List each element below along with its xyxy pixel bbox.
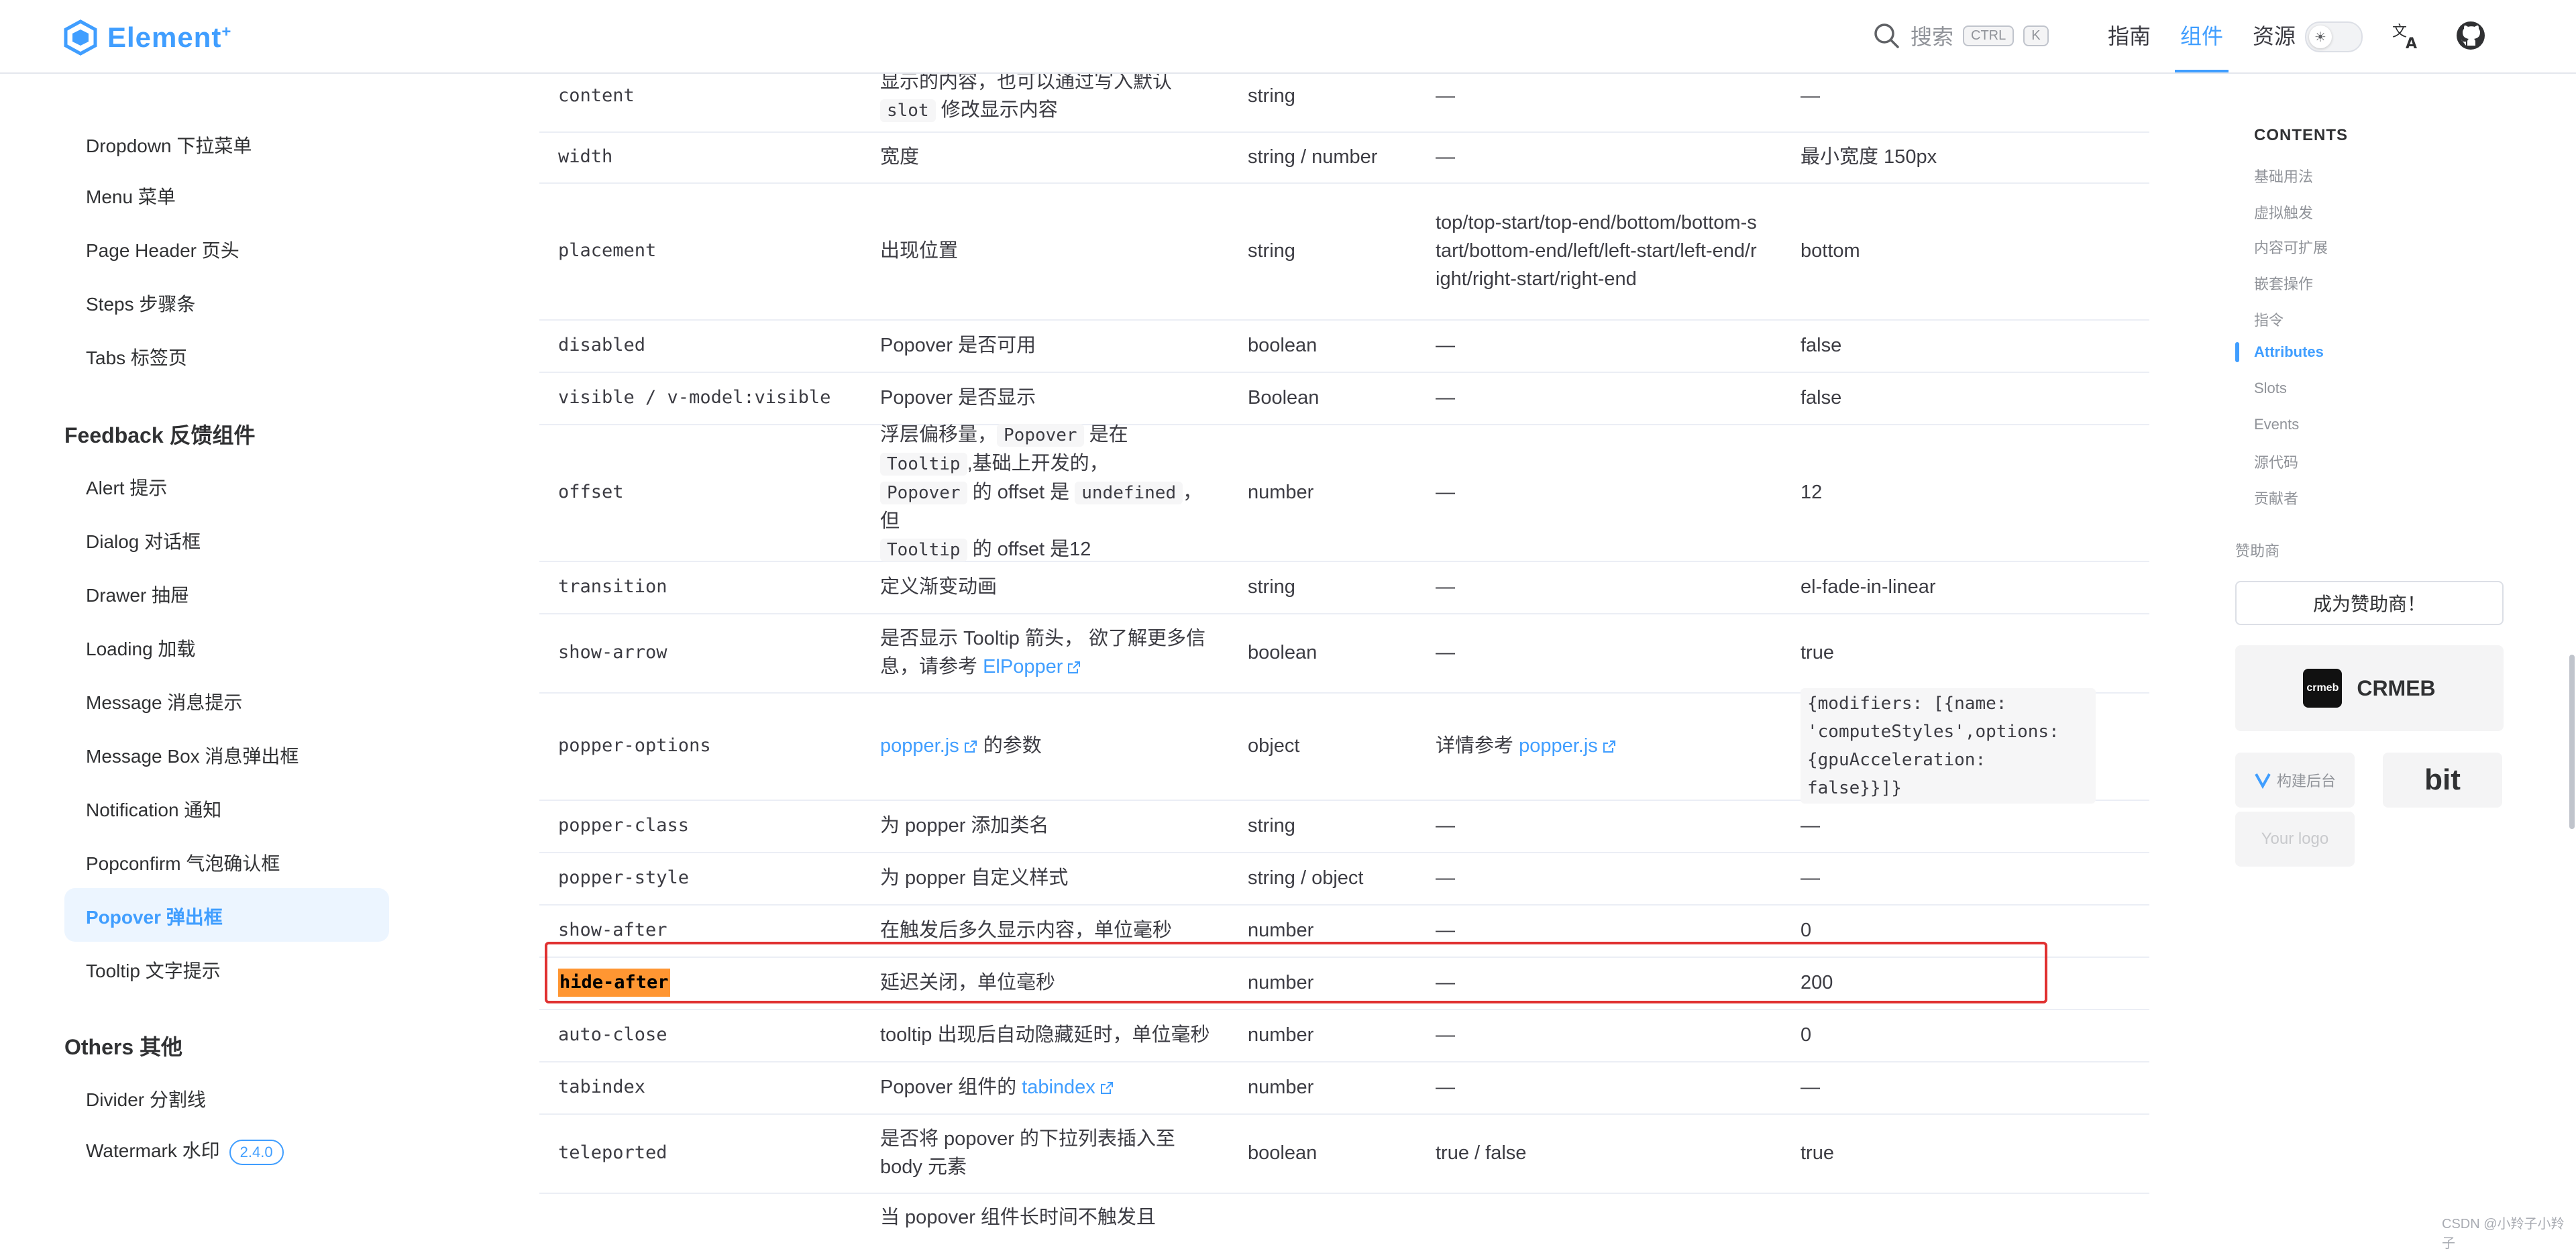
- vform-logo-icon: [2255, 773, 2271, 789]
- sidebar-item-loading[interactable]: Loading 加载: [86, 635, 195, 661]
- sidebar-item-page-header[interactable]: Page Header 页头: [86, 236, 239, 263]
- element-logo[interactable]: Element+: [62, 19, 231, 56]
- toc-item-contributors[interactable]: 贡献者: [2254, 487, 2298, 508]
- element-logo-icon: [64, 19, 97, 56]
- csdn-watermark: CSDN @小羚子小羚子: [2442, 1217, 2565, 1251]
- sidebar-item-tooltip[interactable]: Tooltip 文字提示: [86, 957, 221, 983]
- table-row-show-arrow: show-arrow 是否显示 Tooltip 箭头， 欲了解更多信息，请参考 …: [539, 613, 2149, 694]
- sidebar-group-feedback: Feedback 反馈组件: [64, 423, 256, 447]
- become-sponsor-button[interactable]: 成为赞助商！: [2235, 581, 2504, 625]
- sidebar-item-drawer[interactable]: Drawer 抽屉: [86, 581, 189, 608]
- sun-icon: ☀: [2309, 25, 2332, 48]
- table-row-placement: placement 出现位置 string top/top-start/top-…: [539, 182, 2149, 321]
- external-link-icon: [964, 741, 977, 753]
- logo-text: Element+: [107, 21, 232, 53]
- external-link-icon: [1068, 661, 1081, 674]
- search-icon: [1874, 23, 1899, 48]
- sponsors-label: 赞助商: [2235, 543, 2280, 559]
- table-row-popper-style: popper-style 为 popper 自定义样式 string / obj…: [539, 852, 2149, 906]
- sidebar-item-message[interactable]: Message 消息提示: [86, 688, 242, 715]
- sponsor-crmeb[interactable]: crmeb CRMEB: [2235, 645, 2504, 731]
- toc-item-virtual[interactable]: 虚拟触发: [2254, 201, 2313, 223]
- sidebar-item-notification[interactable]: Notification 通知: [86, 796, 221, 822]
- toc-item-directive[interactable]: 指令: [2254, 309, 2284, 330]
- toc-item-rich[interactable]: 内容可扩展: [2254, 236, 2328, 258]
- crmeb-logo-icon: crmeb: [2303, 669, 2343, 708]
- tabindex-link[interactable]: tabindex: [1022, 1077, 1095, 1098]
- sidebar-item-dropdown[interactable]: Dropdown 下拉菜单: [86, 131, 252, 158]
- sidebar: Dropdown 下拉菜单 Menu 菜单 Page Header 页头 Ste…: [0, 72, 429, 1232]
- toc-item-slots[interactable]: Slots: [2254, 380, 2287, 397]
- page-scrollbar[interactable]: [2569, 655, 2575, 829]
- table-row-partial: 当 popover 组件长时间不触发且: [880, 1207, 1156, 1228]
- nav-link-guide[interactable]: 指南: [2093, 0, 2165, 72]
- sidebar-item-menu[interactable]: Menu 菜单: [86, 182, 176, 209]
- crmeb-text: CRMEB: [2357, 675, 2436, 700]
- table-row-visible: visible / v-model:visible Popover 是否显示 B…: [539, 372, 2149, 425]
- external-link-icon: [1100, 1082, 1113, 1095]
- kbd-k: K: [2023, 25, 2049, 46]
- sidebar-item-watermark[interactable]: Watermark 水印 2.4.0: [86, 1136, 284, 1165]
- github-icon[interactable]: [2455, 20, 2486, 51]
- nav-link-resources[interactable]: 资源: [2238, 0, 2310, 72]
- kbd-ctrl: CTRL: [1963, 25, 2015, 46]
- top-navbar: Element+ 搜索 CTRL K 指南 组件 资源 ☀ 文 A: [0, 0, 2576, 74]
- table-row-tabindex: tabindex Popover 组件的 tabindex number — —: [539, 1061, 2149, 1115]
- table-row-offset: offset 浮层偏移量， Popover 是在 Tooltip ,基础上开发的， …: [539, 424, 2149, 562]
- table-row-transition: transition 定义渐变动画 string — el-fade-in-li…: [539, 561, 2149, 614]
- svg-text:文: 文: [2392, 23, 2407, 40]
- toc-item-attributes[interactable]: Attributes: [2254, 343, 2324, 361]
- sponsor-bit[interactable]: bit: [2383, 753, 2502, 808]
- sponsor-vform[interactable]: 构建后台: [2235, 753, 2355, 808]
- elpopper-link[interactable]: ElPopper: [983, 656, 1063, 677]
- table-row-teleported: teleported 是否将 popover 的下拉列表插入至 body 元素 …: [539, 1113, 2149, 1194]
- translate-icon[interactable]: 文 A: [2391, 20, 2422, 51]
- sidebar-item-tabs[interactable]: Tabs 标签页: [86, 343, 187, 370]
- toc-item-events[interactable]: Events: [2254, 416, 2299, 433]
- theme-toggle[interactable]: ☀: [2305, 21, 2363, 52]
- sidebar-item-message-box[interactable]: Message Box 消息弹出框: [86, 742, 299, 769]
- search-placeholder: 搜索: [1911, 25, 1954, 49]
- nav-links: 指南 组件 资源: [2093, 0, 2310, 72]
- toc-item-basic[interactable]: 基础用法: [2254, 165, 2313, 186]
- sidebar-item-steps[interactable]: Steps 步骤条: [86, 290, 195, 317]
- toc-active-indicator: [2235, 342, 2239, 362]
- selection-highlight-box: [545, 942, 2047, 1003]
- sponsor-your-logo[interactable]: Your logo: [2235, 812, 2355, 867]
- toc-item-nested[interactable]: 嵌套操作: [2254, 272, 2313, 294]
- table-row-width: width 宽度 string / number — 最小宽度 150px: [539, 131, 2149, 184]
- sidebar-item-alert[interactable]: Alert 提示: [86, 474, 167, 500]
- external-link-icon: [1603, 741, 1615, 753]
- sidebar-item-dialog[interactable]: Dialog 对话框: [86, 527, 201, 554]
- table-row-auto-close: auto-close tooltip 出现后自动隐藏延时，单位毫秒 number…: [539, 1009, 2149, 1062]
- toc-item-source[interactable]: 源代码: [2254, 451, 2298, 472]
- version-badge: 2.4.0: [229, 1139, 284, 1165]
- table-row-disabled: disabled Popover 是否可用 boolean — false: [539, 319, 2149, 373]
- sidebar-group-others: Others 其他: [64, 1035, 183, 1059]
- popperjs-detail-link[interactable]: popper.js: [1519, 735, 1598, 757]
- sidebar-item-divider[interactable]: Divider 分割线: [86, 1085, 206, 1112]
- sidebar-item-popconfirm[interactable]: Popconfirm 气泡确认框: [86, 849, 280, 876]
- nav-link-components[interactable]: 组件: [2165, 0, 2238, 72]
- table-row-popper-options: popper-options popper.js 的参数 object 详情参考…: [539, 688, 2149, 804]
- table-row-popper-class: popper-class 为 popper 添加类名 string — —: [539, 800, 2149, 853]
- search-button[interactable]: 搜索 CTRL K: [1872, 20, 2049, 51]
- popperjs-link[interactable]: popper.js: [880, 735, 959, 757]
- svg-text:A: A: [2406, 36, 2417, 51]
- sidebar-item-popover[interactable]: Popover 弹出框: [86, 903, 223, 930]
- toc-title: CONTENTS: [2254, 126, 2348, 144]
